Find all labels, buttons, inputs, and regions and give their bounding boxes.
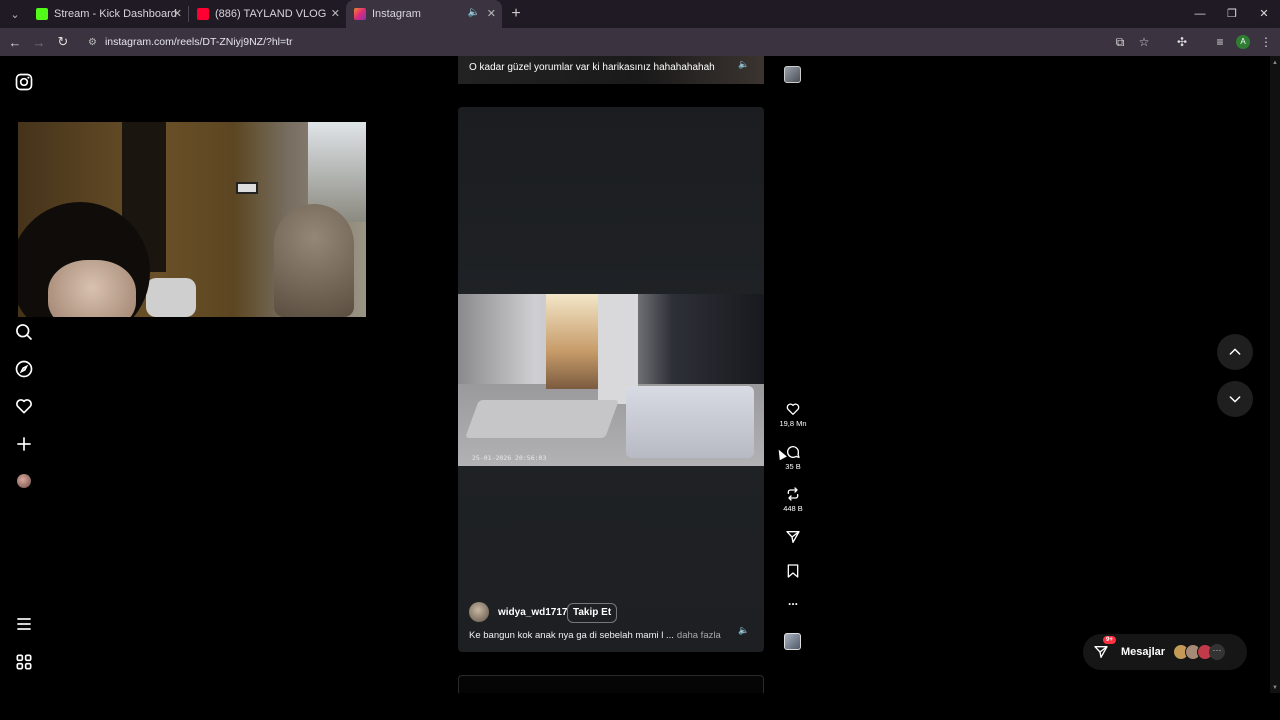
author-username[interactable]: widya_wd1717 <box>498 607 567 618</box>
bookmark-star-icon[interactable]: ☆ <box>1136 35 1152 49</box>
more-contacts: ··· <box>1209 644 1226 660</box>
like-action[interactable]: 19,8 Mn <box>778 401 808 428</box>
menu-icon[interactable]: ⋮ <box>1258 35 1274 49</box>
back-icon[interactable]: ← <box>3 35 27 50</box>
window-bottom-edge <box>0 693 1280 720</box>
close-tab-icon[interactable]: ✕ <box>173 7 182 20</box>
browser-tabstrip: ⌄ Stream - Kick Dashboard ✕ (886) TAYLAN… <box>0 0 1280 28</box>
comment-count: 35 B <box>785 462 801 471</box>
explore-icon[interactable] <box>14 359 34 379</box>
site-info-icon[interactable]: ⚙ <box>88 37 97 48</box>
media-control-icon[interactable]: ≡ <box>1212 35 1228 49</box>
repost-icon[interactable] <box>785 486 801 502</box>
window-controls: — ❐ ✕ <box>1184 0 1280 28</box>
reload-icon[interactable]: ↻ <box>51 34 75 50</box>
close-tab-icon[interactable]: ✕ <box>331 7 340 20</box>
chevron-up-icon <box>1229 348 1241 355</box>
volume-icon[interactable]: 🔈 <box>738 59 749 70</box>
repost-count: 448 B <box>783 504 803 513</box>
reel-caption: Ke bangun kok anak nya ga di sebelah mam… <box>469 630 721 641</box>
heart-icon[interactable] <box>785 401 801 417</box>
next-reel[interactable] <box>458 675 764 693</box>
minimize-icon[interactable]: — <box>1184 0 1216 28</box>
instagram-page: O kadar güzel yorumlar var ki harikasını… <box>0 56 1270 693</box>
tab-title: Stream - Kick Dashboard <box>54 8 177 20</box>
close-window-icon[interactable]: ✕ <box>1248 0 1280 28</box>
instagram-logo-icon[interactable] <box>14 72 34 92</box>
youtube-favicon-icon <box>197 8 209 20</box>
chevron-down-icon <box>1229 396 1241 403</box>
extensions-icon[interactable]: ✣ <box>1174 35 1190 49</box>
caption-more-link[interactable]: daha fazla <box>677 630 721 641</box>
tab-title: (886) TAYLAND VLOG | İLK GÜN <box>215 8 330 20</box>
messages-label: Mesajlar <box>1121 646 1166 658</box>
bookmark-icon[interactable] <box>785 563 801 579</box>
repost-action[interactable]: 448 B <box>778 486 808 513</box>
unread-badge: 9+ <box>1103 636 1116 644</box>
direct-message-icon: 9+ <box>1093 636 1116 660</box>
profile-avatar[interactable] <box>17 474 31 488</box>
volume-icon[interactable]: 🔈 <box>738 625 749 636</box>
like-count: 19,8 Mn <box>779 419 807 428</box>
audio-thumbnail[interactable] <box>784 66 801 83</box>
reel-video[interactable]: 25-01-2026 20:56:03 <box>458 294 764 466</box>
next-reel-button[interactable] <box>1217 381 1253 417</box>
more-menu-icon[interactable] <box>14 614 34 634</box>
close-tab-icon[interactable]: ✕ <box>487 7 496 20</box>
previous-reel-caption: O kadar güzel yorumlar var ki harikasını… <box>469 62 715 73</box>
share-paper-plane-icon[interactable] <box>785 529 801 545</box>
browser-toolbar: ← → ↻ ⚙ instagram.com/reels/DT-ZNiyj9NZ/… <box>0 28 1280 56</box>
save-action[interactable] <box>778 563 808 579</box>
share-action[interactable] <box>778 529 808 545</box>
search-icon[interactable] <box>14 322 34 342</box>
messages-button[interactable]: 9+ Mesajlar ··· <box>1083 634 1247 670</box>
tab-title: Instagram <box>372 8 421 20</box>
recent-contacts: ··· <box>1173 644 1226 660</box>
author-avatar[interactable] <box>469 602 489 622</box>
tab-audio-icon[interactable]: 🔈 <box>468 7 480 18</box>
notifications-heart-icon[interactable] <box>14 396 34 416</box>
scroll-up-icon[interactable]: ▲ <box>1272 60 1278 66</box>
new-tab-button[interactable]: + <box>502 5 530 23</box>
previous-reel-button[interactable] <box>1217 334 1253 370</box>
comment-icon[interactable] <box>785 444 801 460</box>
restore-icon[interactable]: ❐ <box>1216 0 1248 28</box>
url-text: instagram.com/reels/DT-ZNiyj9NZ/?hl=tr <box>104 36 293 48</box>
also-from-meta-icon[interactable] <box>14 652 34 672</box>
create-plus-icon[interactable] <box>14 434 34 454</box>
page-scrollbar[interactable]: ▲ ▼ <box>1270 56 1280 693</box>
tab-instagram[interactable]: Instagram 🔈 ✕ <box>346 0 502 28</box>
instagram-favicon-icon <box>354 8 366 20</box>
address-bar[interactable]: ⚙ instagram.com/reels/DT-ZNiyj9NZ/?hl=tr <box>80 31 1165 53</box>
profile-avatar[interactable]: A <box>1236 35 1250 49</box>
toolbar-actions: ⧉ ☆ ✣ ≡ A ⋮ <box>1112 28 1274 56</box>
audio-thumbnail[interactable] <box>784 633 801 650</box>
caption-text: Ke bangun kok anak nya ga di sebelah mam… <box>469 630 674 641</box>
follow-button[interactable]: Takip Et <box>567 603 618 623</box>
kick-favicon-icon <box>36 8 48 20</box>
video-timestamp: 25-01-2026 20:56:03 <box>472 454 547 462</box>
more-options-button[interactable]: ... <box>778 594 808 608</box>
webcam-overlay <box>18 122 366 317</box>
scroll-down-icon[interactable]: ▼ <box>1272 685 1278 691</box>
tab-youtube[interactable]: (886) TAYLAND VLOG | İLK GÜN ✕ <box>189 0 346 28</box>
install-app-icon[interactable]: ⧉ <box>1112 35 1128 50</box>
tab-search-button[interactable]: ⌄ <box>2 3 28 25</box>
tab-kick[interactable]: Stream - Kick Dashboard ✕ <box>28 0 188 28</box>
forward-icon[interactable]: → <box>27 35 51 50</box>
